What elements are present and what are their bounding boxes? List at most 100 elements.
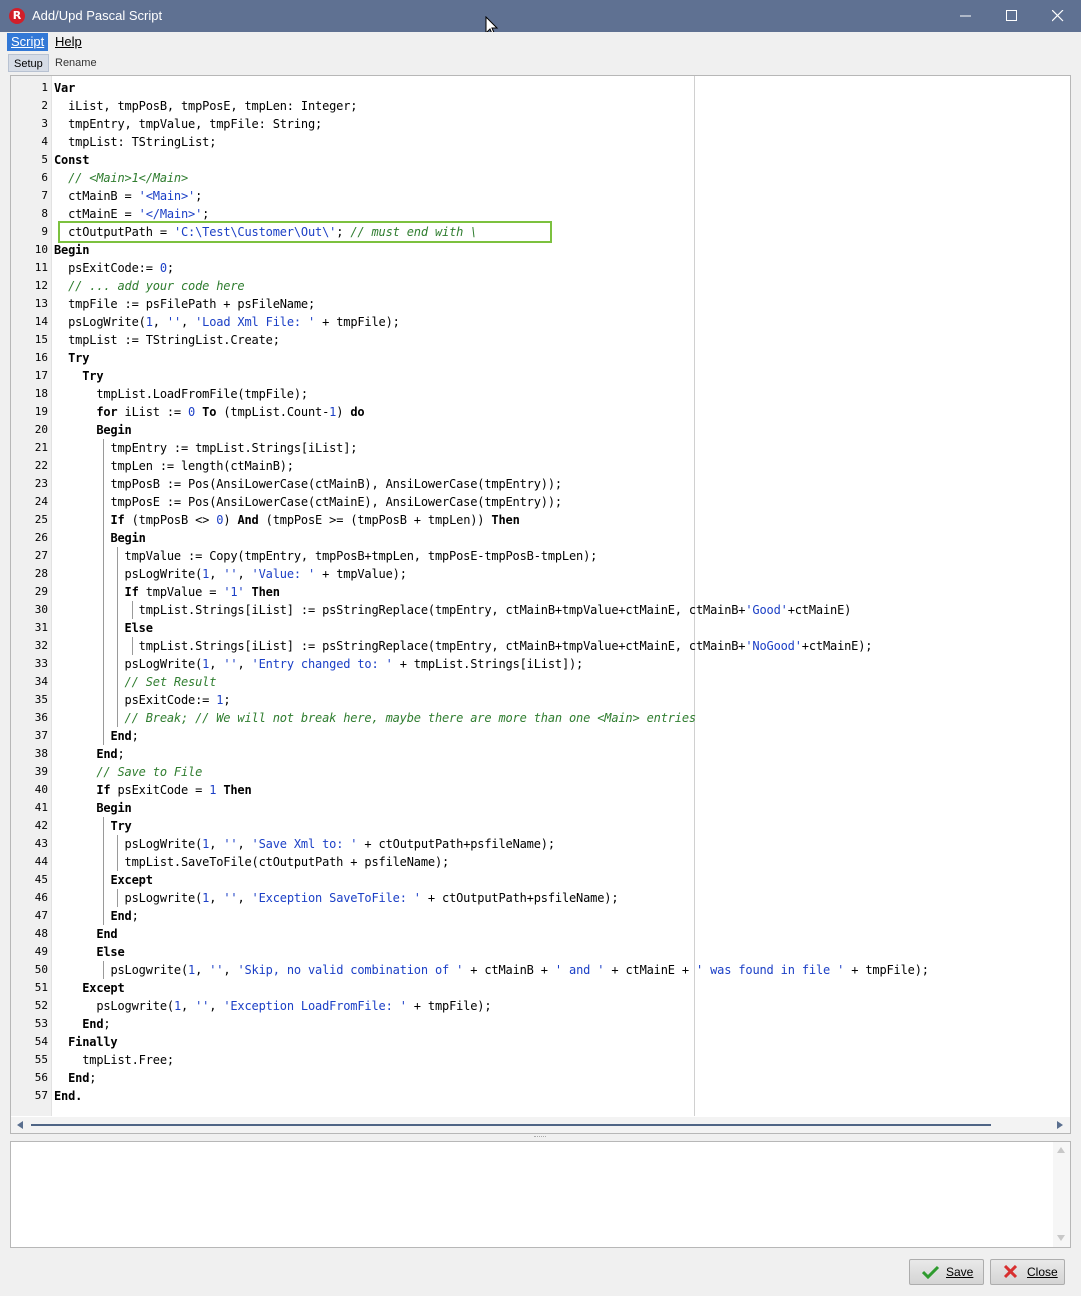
code-text: tmpList.Strings[iList] := psStringReplac… [54,637,873,655]
code-token: , [237,567,252,581]
code-line: 40 If psExitCode = 1 Then [11,781,1070,799]
code-token: Then [491,513,520,527]
code-token: '' [195,999,210,1013]
code-line: 29 If tmpValue = '1' Then [11,583,1070,601]
code-token: To [202,405,217,419]
code-line: 2 iList, tmpPosB, tmpPosE, tmpLen: Integ… [11,97,1070,115]
maximize-icon [1006,10,1017,21]
code-text: psLogWrite(1, '', 'Entry changed to: ' +… [54,655,584,673]
code-line: 24 tmpPosE := Pos(AnsiLowerCase(ctMainE)… [11,493,1070,511]
splitter-handle[interactable] [534,1136,546,1139]
line-number: 45 [34,873,48,886]
code-token: Begin [96,423,132,437]
line-number: 24 [34,495,48,508]
tab-rename[interactable]: Rename [50,54,102,72]
code-text: If psExitCode = 1 Then [54,781,251,799]
code-line: 54 Finally [11,1033,1070,1051]
code-line: 33 psLogWrite(1, '', 'Entry changed to: … [11,655,1070,673]
window-close-button[interactable] [1035,0,1081,32]
code-token: Begin [54,243,90,257]
code-token: tmpList.Strings[iList] := psStringReplac… [138,603,746,617]
code-token: 1 [173,999,181,1013]
code-token: tmpFile := psFilePath + psFileName; [68,297,316,311]
output-log[interactable] [10,1141,1071,1248]
code-text: tmpList.Strings[iList] := psStringReplac… [54,601,852,619]
code-text: tmpList.SaveToFile(ctOutputPath + psfile… [54,853,450,871]
code-text: tmpList.LoadFromFile(tmpFile); [54,385,308,403]
horizontal-scrollbar[interactable] [11,1117,1070,1133]
vertical-scrollbar[interactable] [1053,1142,1070,1247]
code-token: End [110,909,132,923]
code-text: tmpPosB := Pos(AnsiLowerCase(ctMainB), A… [54,475,562,493]
code-token: ; [166,261,174,275]
code-token: '' [209,963,224,977]
scroll-down-icon[interactable] [1057,1235,1065,1241]
scroll-left-icon[interactable] [17,1121,23,1129]
code-token: '1' [223,585,245,599]
code-token: tmpList: TStringList; [68,135,217,149]
line-number: 39 [34,765,48,778]
horizontal-scroll-thumb[interactable] [31,1124,991,1126]
line-number: 1 [41,81,48,94]
menu-help[interactable]: Help [51,33,86,51]
code-token: + tmpFile); [315,315,400,329]
code-token: +ctMainE) [787,603,852,617]
code-text: Var [54,79,75,97]
code-token: 'Value: ' [251,567,316,581]
highlighted-line-box [58,221,552,243]
code-token: psLogwrite( [110,963,189,977]
code-token: ; [131,729,139,743]
code-text: iList, tmpPosB, tmpPosE, tmpLen: Integer… [54,97,357,115]
code-text: Try [54,349,89,367]
code-token: tmpValue = [138,585,224,599]
code-token: Const [54,153,90,167]
code-token: End. [54,1089,83,1103]
x-icon [1003,1265,1018,1279]
code-text: End; [54,1015,110,1033]
code-token: for [96,405,118,419]
code-text: psExitCode:= 1; [54,691,231,709]
code-line: 42 Try [11,817,1070,835]
line-number: 32 [34,639,48,652]
code-text: // <Main>1</Main> [54,169,188,187]
line-number: 47 [34,909,48,922]
minimize-button[interactable] [943,0,989,32]
code-token: ; [103,1017,111,1031]
tab-setup[interactable]: Setup [8,54,49,72]
title-bar: R Add/Upd Pascal Script [0,0,1081,37]
code-line: 56 End; [11,1069,1070,1087]
code-line: 16 Try [11,349,1070,367]
code-text: tmpPosE := Pos(AnsiLowerCase(ctMainE), A… [54,493,562,511]
maximize-button[interactable] [989,0,1035,32]
menu-script[interactable]: Script [7,33,49,51]
code-line: 25 If (tmpPosB <> 0) And (tmpPosE >= (tm… [11,511,1070,529]
close-button[interactable]: Close [990,1259,1065,1285]
code-line: 46 psLogwrite(1, '', 'Exception SaveToFi… [11,889,1070,907]
scroll-up-icon[interactable] [1057,1147,1065,1153]
code-token: '' [223,891,238,905]
line-number: 17 [34,369,48,382]
save-button[interactable]: Save [909,1259,984,1285]
code-token: , [209,567,224,581]
code-token: 'Entry changed to: ' [251,657,393,671]
line-number: 56 [34,1071,48,1084]
code-token: tmpList.Strings[iList] := psStringReplac… [138,639,746,653]
code-text: Except [54,979,124,997]
code-token: psLogwrite( [96,999,174,1013]
code-token: + tmpList.Strings[iList]); [392,657,584,671]
code-token: , [195,963,210,977]
scroll-right-icon[interactable] [1057,1121,1063,1129]
code-token: psLogWrite( [68,315,146,329]
code-token: , [223,963,238,977]
code-token: + ctMainE + [604,963,697,977]
code-token: // <Main>1</Main> [68,171,189,185]
code-editor[interactable]: 1 Var 2 iList, tmpPosB, tmpPosE, tmpLen: I… [10,75,1071,1134]
code-line: 47 End; [11,907,1070,925]
code-token: '' [223,837,238,851]
code-token: 'Good' [745,603,788,617]
code-token: Try [82,369,104,383]
code-text: psLogWrite(1, '', 'Value: ' + tmpValue); [54,565,407,583]
line-number: 36 [34,711,48,724]
code-token: do [350,405,365,419]
